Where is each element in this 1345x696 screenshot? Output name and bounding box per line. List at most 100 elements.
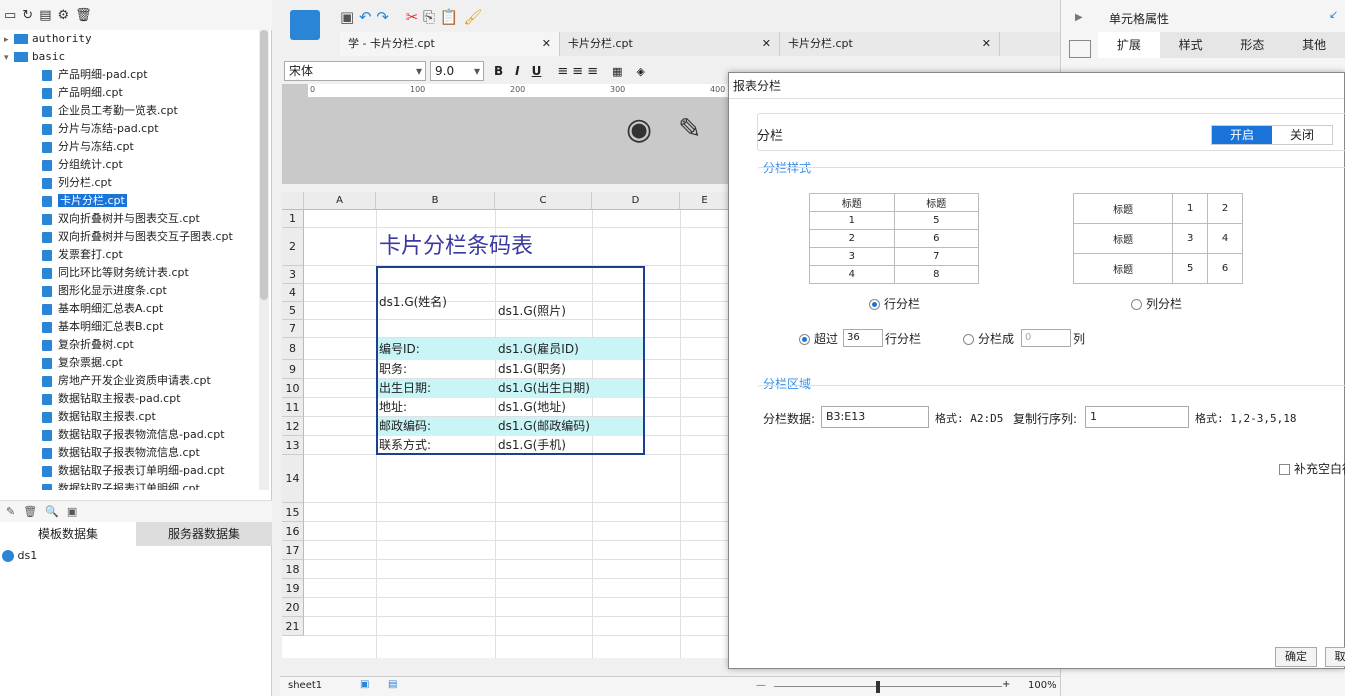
row-header[interactable]: 3 [282,266,304,284]
tree-file[interactable]: 产品明细.cpt [0,84,258,102]
row-header[interactable]: 20 [282,598,304,617]
tree-file[interactable]: 分组统计.cpt [0,156,258,174]
tree-folder[interactable]: ▾ basic [0,48,258,66]
edit-icon[interactable]: ✎ [6,505,15,518]
exceed-option[interactable]: 超过 [799,330,838,347]
open-icon[interactable]: ▤ [39,8,51,23]
tree-file[interactable]: 复杂票据.cpt [0,354,258,372]
close-icon[interactable]: ✕ [982,32,991,56]
zoom-out-icon[interactable]: — [756,680,766,691]
report-title-cell[interactable]: 卡片分栏条码表 [376,228,692,266]
row-header[interactable]: 5 [282,302,304,320]
tree-file[interactable]: 分片与冻结.cpt [0,138,258,156]
delete-icon[interactable]: 🗑 [75,8,92,23]
tree-file[interactable]: 房地产开发企业资质申请表.cpt [0,372,258,390]
column-header[interactable]: A [304,192,376,210]
spreadsheet-grid[interactable]: A B C D E 1 2 3 4 5 7 8 9 10 11 12 13 14 15 16 17 18 19 20 21 卡片分… [282,192,730,658]
undo-icon[interactable]: ↶ [359,8,372,26]
tree-file[interactable]: 数据钻取子报表订单明细-pad.cpt [0,462,258,480]
row-header[interactable]: 18 [282,560,304,579]
tree-file[interactable]: 卡片分栏.cpt [0,192,258,210]
add-folder-icon[interactable]: ▭ [4,8,16,23]
fill-color-icon[interactable]: ◈ [637,65,645,78]
tab-other[interactable]: 其他 [1283,32,1345,58]
redo-icon[interactable]: ↷ [376,8,389,26]
font-family-select[interactable]: 宋体 [284,61,426,81]
zoom-in-icon[interactable]: + [1002,679,1010,690]
column-mode-option[interactable]: 列分栏 [1131,295,1182,312]
ok-button[interactable]: 确定 [1275,647,1317,667]
hide-icon[interactable]: ◉ [626,112,652,147]
cell-icon[interactable] [1069,40,1091,58]
exceed-radio[interactable] [799,334,810,345]
exceed-spinner[interactable]: 36 [843,329,883,347]
tree-file[interactable]: 列分栏.cpt [0,174,258,192]
italic-icon[interactable]: I [515,64,519,78]
tab-template-dataset[interactable]: 模板数据集 [0,522,136,546]
row-header[interactable]: 16 [282,522,304,541]
border-icon[interactable]: ▦ [612,65,622,78]
column-header[interactable]: C [495,192,592,210]
expand-arrow-icon[interactable]: ▶ [1075,12,1083,23]
format-brush-icon[interactable]: 🖌 [463,8,482,26]
bold-icon[interactable]: B [494,64,503,78]
tree-scroll-thumb[interactable] [260,30,268,300]
row-mode-option[interactable]: 行分栏 [869,295,920,312]
tree-folder[interactable]: ▸ authority [0,30,258,48]
row-mode-radio[interactable] [869,299,880,310]
add-sheet-icon[interactable]: ▣ [360,679,369,690]
doc-tab-1[interactable]: 学 - 卡片分栏.cpt ✕ [340,32,560,56]
on-button[interactable]: 开启 [1212,126,1272,144]
tree-file[interactable]: 基本明细汇总表B.cpt [0,318,258,336]
tree-file[interactable]: 产品明细-pad.cpt [0,66,258,84]
tree-file[interactable]: 数据钻取主报表.cpt [0,408,258,426]
tree-file[interactable]: 复杂折叠树.cpt [0,336,258,354]
split-radio[interactable] [963,334,974,345]
tree-file[interactable]: 企业员工考勤一览表.cpt [0,102,258,120]
tree-file[interactable]: 同比环比等财务统计表.cpt [0,264,258,282]
row-header[interactable]: 9 [282,360,304,379]
align-left-icon[interactable]: ≡ [557,64,568,79]
row-header[interactable]: 2 [282,228,304,266]
row-header[interactable]: 10 [282,379,304,398]
chevron-down-icon[interactable]: ▾ [4,49,14,67]
row-header[interactable]: 21 [282,617,304,636]
tab-shape[interactable]: 形态 [1222,32,1284,58]
off-button[interactable]: 关闭 [1272,126,1332,144]
row-header[interactable]: 15 [282,503,304,522]
tree-file[interactable]: 分片与冻结-pad.cpt [0,120,258,138]
cut-icon[interactable]: ✂ [406,8,419,26]
column-header[interactable]: D [592,192,680,210]
tree-file[interactable]: 基本明细汇总表A.cpt [0,300,258,318]
tab-expand[interactable]: 扩展 [1098,32,1160,58]
row-header[interactable]: 11 [282,398,304,417]
tree-file[interactable]: 双向折叠树并与图表交互.cpt [0,210,258,228]
doc-tab-3[interactable]: 卡片分栏.cpt ✕ [780,32,1000,56]
dataset-item[interactable]: ds1 [2,549,37,562]
tree-file[interactable]: 图形化显示进度条.cpt [0,282,258,300]
row-header[interactable]: 14 [282,455,304,503]
chevron-right-icon[interactable]: ▸ [4,31,14,49]
underline-icon[interactable]: U [532,64,542,78]
refresh-icon[interactable]: ↻ [22,8,33,23]
fill-blank-checkbox[interactable] [1279,464,1290,475]
zoom-slider[interactable] [774,686,1002,687]
doc-tab-2[interactable]: 卡片分栏.cpt ✕ [560,32,780,56]
select-all-corner[interactable] [282,192,304,210]
tree-file[interactable]: 双向折叠树并与图表交互子图表.cpt [0,228,258,246]
paste-icon[interactable]: 📋 [440,8,459,26]
row-header[interactable]: 7 [282,320,304,338]
row-header[interactable]: 13 [282,436,304,455]
add-report-icon[interactable]: ▤ [388,679,397,690]
split-option[interactable]: 分栏成 [963,330,1014,347]
pencil-icon[interactable]: ✎ [678,112,701,145]
save-icon[interactable]: ▣ [340,8,354,26]
copy-row-input[interactable]: 1 [1085,406,1189,428]
template-icon[interactable] [290,10,320,40]
close-icon[interactable]: ✕ [542,32,551,56]
fill-blank-option[interactable]: 补充空白行 [1279,460,1345,477]
row-header[interactable]: 4 [282,284,304,302]
column-mode-radio[interactable] [1131,299,1142,310]
column-header[interactable]: B [376,192,495,210]
sheet-tab[interactable]: sheet1 [288,680,322,691]
